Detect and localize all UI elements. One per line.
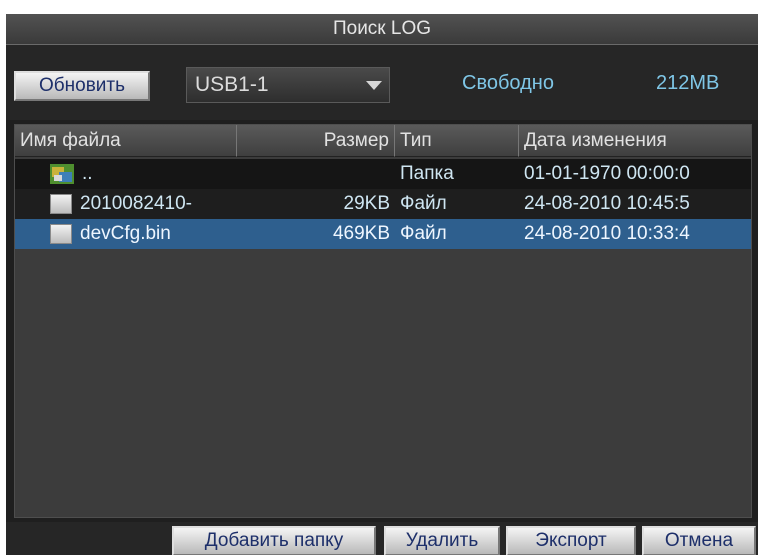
column-header-name[interactable]: Имя файла [15, 125, 237, 157]
file-date: 01-01-1970 00:00:0 [524, 163, 690, 184]
file-date: 24-08-2010 10:33:4 [524, 223, 690, 244]
free-space-label: Свободно [462, 72, 554, 94]
file-size: 469KB [332, 223, 390, 244]
bottom-button-bar: Добавить папку Удалить Экспорт Отмена [6, 522, 758, 555]
file-icon [50, 194, 72, 214]
export-button[interactable]: Экспорт [506, 526, 636, 555]
column-header-date[interactable]: Дата изменения [519, 125, 751, 157]
table-row[interactable]: .. Папка 01-01-1970 00:00:0 [15, 159, 751, 189]
file-name-cell: .. [15, 159, 237, 189]
column-header-type[interactable]: Тип [395, 125, 519, 157]
file-name: 2010082410- [80, 193, 192, 214]
file-size [237, 159, 395, 189]
file-name-cell: 2010082410- [15, 189, 237, 219]
file-date: 24-08-2010 10:45:5 [524, 193, 690, 214]
table-row-selected[interactable]: devCfg.bin 469KB Файл 24-08-2010 10:33:4 [15, 219, 751, 249]
file-icon [50, 224, 72, 244]
column-header-size[interactable]: Размер [237, 125, 395, 157]
delete-button[interactable]: Удалить [384, 526, 500, 555]
file-type: Файл [400, 193, 447, 214]
device-select-value: USB1-1 [195, 73, 269, 96]
file-type: Файл [400, 223, 447, 244]
file-size: 29KB [343, 193, 390, 214]
cancel-button[interactable]: Отмена [642, 526, 756, 555]
device-select[interactable]: USB1-1 [186, 67, 390, 103]
refresh-button[interactable]: Обновить [14, 71, 150, 101]
file-type: Папка [400, 163, 454, 184]
toolbar: Обновить USB1-1 Свободно 212MB [6, 45, 758, 120]
dialog-title: Поиск LOG [6, 14, 758, 45]
add-folder-button[interactable]: Добавить папку [172, 526, 376, 555]
free-space-value: 212MB [656, 72, 720, 94]
table-row[interactable]: 2010082410- 29KB Файл 24-08-2010 10:45:5 [15, 189, 751, 219]
folder-icon [50, 164, 74, 184]
file-name-cell: devCfg.bin [15, 219, 237, 249]
file-list[interactable]: Имя файла Размер Тип Дата изменения .. П… [14, 124, 752, 518]
file-list-header: Имя файла Размер Тип Дата изменения [15, 125, 751, 157]
log-search-dialog: Поиск LOG Обновить USB1-1 Свободно 212MB… [6, 14, 758, 555]
chevron-down-icon[interactable] [359, 68, 389, 102]
file-name: .. [82, 163, 93, 184]
file-name: devCfg.bin [80, 223, 171, 244]
